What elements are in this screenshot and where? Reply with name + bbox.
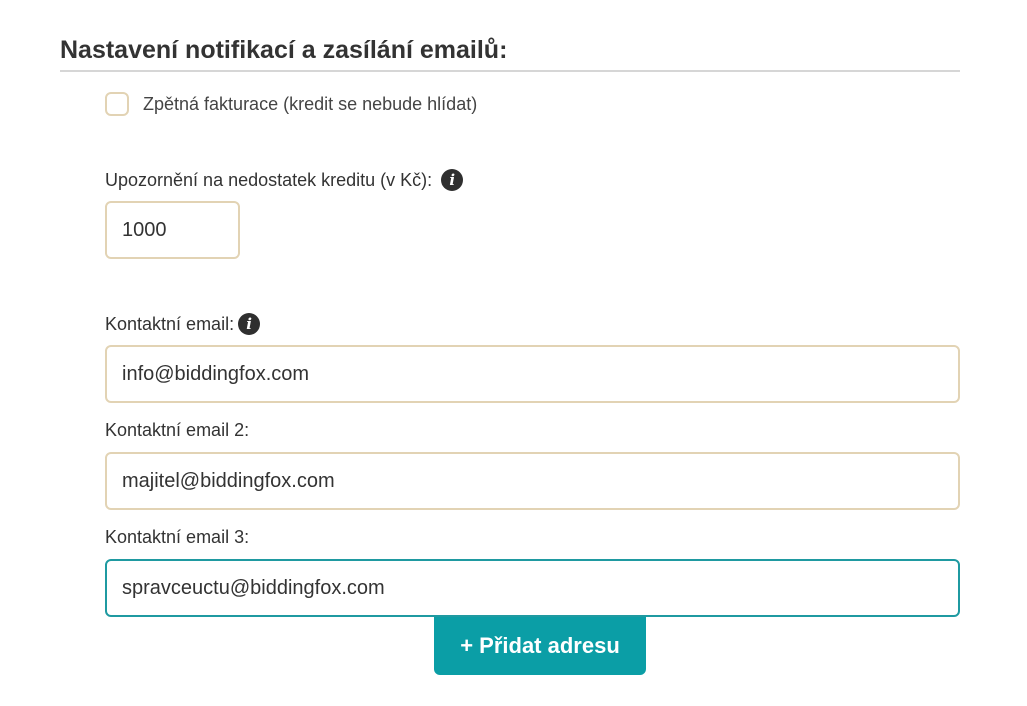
contact-email-3-input[interactable]: [105, 559, 960, 617]
add-address-button[interactable]: + Přidat adresu: [434, 617, 646, 675]
credit-warning-label-row: Upozornění na nedostatek kreditu (v Kč):…: [105, 169, 464, 191]
reverse-billing-row: Zpětná fakturace (kredit se nebude hlída…: [105, 92, 477, 116]
contact-email-input[interactable]: [105, 345, 960, 403]
info-icon[interactable]: i: [441, 169, 464, 191]
credit-warning-label: Upozornění na nedostatek kreditu (v Kč):: [105, 169, 433, 190]
contact-email-2-input[interactable]: [105, 452, 960, 510]
contact-email-label-row: Kontaktní email: i: [105, 313, 261, 335]
contact-email-2-label-row: Kontaktní email 2:: [105, 420, 249, 441]
info-icon[interactable]: i: [238, 313, 261, 335]
reverse-billing-checkbox[interactable]: [105, 92, 129, 116]
reverse-billing-label[interactable]: Zpětná fakturace (kredit se nebude hlída…: [143, 94, 477, 115]
contact-email-3-label: Kontaktní email 3:: [105, 527, 250, 547]
title-divider: [60, 70, 960, 72]
credit-warning-input[interactable]: [105, 201, 240, 259]
contact-email-label: Kontaktní email:: [105, 313, 235, 334]
section-title: Nastavení notifikací a zasílání emailů:: [60, 36, 508, 64]
contact-email-3-label-row: Kontaktní email 3:: [105, 527, 249, 548]
contact-email-2-label: Kontaktní email 2:: [105, 420, 250, 440]
